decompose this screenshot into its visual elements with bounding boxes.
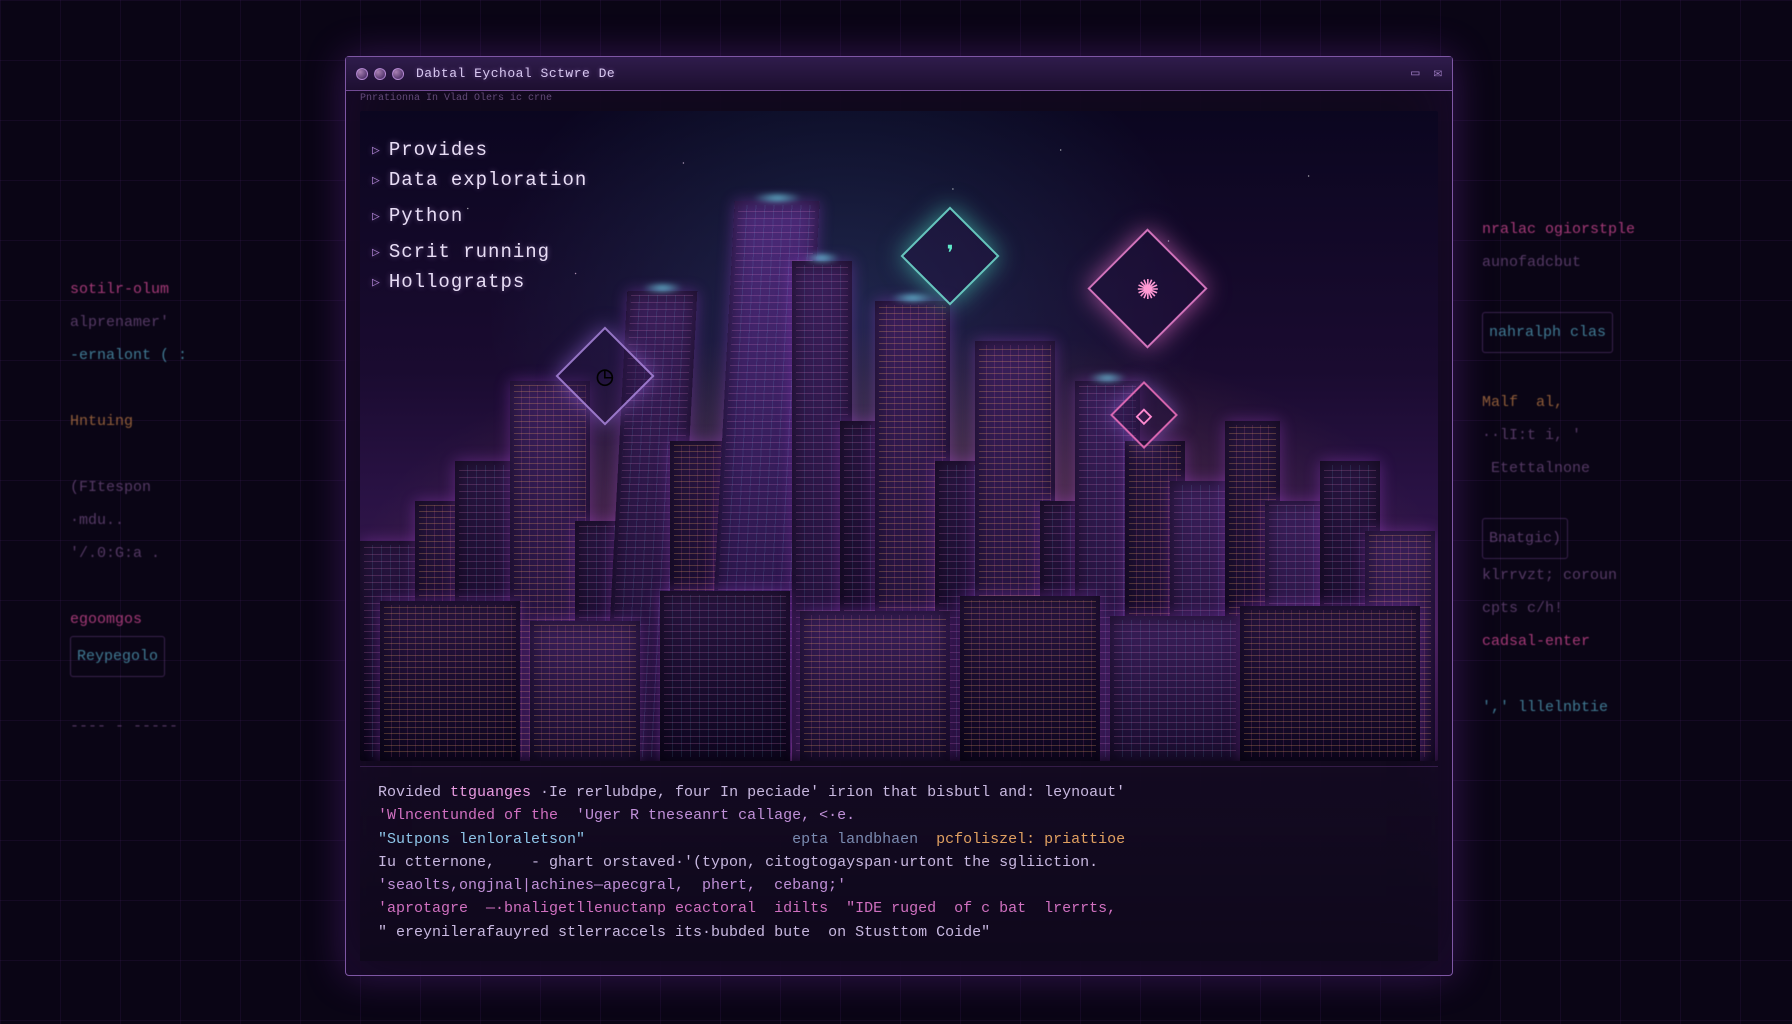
bg-code-left: sotilr-olum alprenamer' -ernalont ( : Hn… — [70, 240, 310, 743]
window-content: ◷ ❜ ✺ ◇ ▷ Provides ▷ Data exploration — [360, 111, 1438, 961]
menu-label: Scrit running — [389, 241, 550, 263]
chevron-right-icon: ▷ — [372, 275, 381, 290]
chevron-right-icon: ▷ — [372, 245, 381, 260]
menu-item-python[interactable]: ▷ Python — [372, 205, 587, 227]
window-subtitle: Pnrationna In Vlad Olers ic crne — [360, 93, 552, 104]
sidebar-menu: ▷ Provides ▷ Data exploration ▷ Python ▷… — [372, 139, 587, 301]
menu-item-provides[interactable]: ▷ Provides — [372, 139, 587, 161]
window-title: Dabtal Eychoal Sctwre De — [416, 66, 1405, 81]
titlebar[interactable]: Dabtal Eychoal Sctwre De ▭ ✉ — [346, 57, 1452, 91]
menu-item-holograms[interactable]: ▷ Hollogratps — [372, 271, 587, 293]
traffic-dot-1[interactable] — [356, 68, 368, 80]
traffic-dot-3[interactable] — [392, 68, 404, 80]
chevron-right-icon: ▷ — [372, 173, 381, 188]
chevron-right-icon: ▷ — [372, 209, 381, 224]
menu-label: Data exploration — [389, 169, 587, 191]
menu-item-script-running[interactable]: ▷ Scrit running — [372, 241, 587, 263]
menu-label: Provides — [389, 139, 488, 161]
chevron-right-icon: ▷ — [372, 143, 381, 158]
menu-item-data-exploration[interactable]: ▷ Data exploration — [372, 169, 587, 191]
menu-label: Hollogratps — [389, 271, 525, 293]
menu-label: Python — [389, 205, 463, 227]
traffic-dot-2[interactable] — [374, 68, 386, 80]
main-window: Dabtal Eychoal Sctwre De ▭ ✉ Pnrationna … — [345, 56, 1453, 976]
bg-code-right: nralac ogiorstple aunofadcbut nahralph c… — [1482, 180, 1732, 724]
minimize-button[interactable]: ▭ — [1411, 65, 1419, 82]
terminal-output: Rovided ttguanges ·Ie rerlubdpe, four In… — [360, 766, 1438, 961]
mail-icon[interactable]: ✉ — [1434, 65, 1442, 82]
